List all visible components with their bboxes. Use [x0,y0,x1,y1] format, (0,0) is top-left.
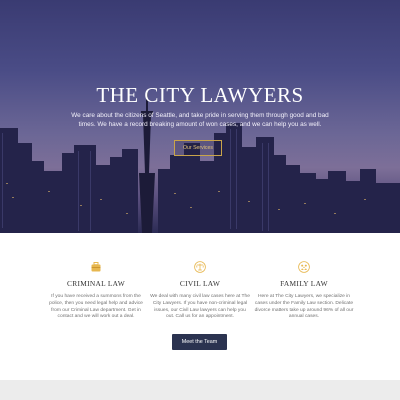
service-column-family: FAMILY LAW Here at The City Lawyers, we … [254,261,354,321]
service-column-criminal: CRIMINAL LAW If you have received a summ… [46,261,146,321]
hero-subtitle: We care about the citizens of Seattle, a… [71,112,329,128]
footer-band [0,380,400,400]
hero-section: THE CITY LAWYERS We care about the citiz… [0,0,400,233]
service-description: Here at The City Lawyers, we specialize … [254,294,354,320]
services-section: CRIMINAL LAW If you have received a summ… [0,233,400,380]
service-column-civil: CIVIL LAW We deal with many civil law ca… [150,261,250,321]
our-services-button[interactable]: Our Services [174,140,222,156]
briefcase-icon [91,262,101,272]
meet-the-team-button[interactable]: Meet the Team [172,334,227,350]
service-title: FAMILY LAW [280,279,328,288]
service-title: CIVIL LAW [179,279,221,288]
page-title: THE CITY LAWYERS [96,83,304,107]
service-description: We deal with many civil law cases here a… [150,294,250,320]
service-description: If you have received a summons from the … [49,294,143,320]
family-icon [298,261,310,273]
scales-icon [194,261,206,273]
service-title: CRIMINAL LAW [67,279,125,288]
